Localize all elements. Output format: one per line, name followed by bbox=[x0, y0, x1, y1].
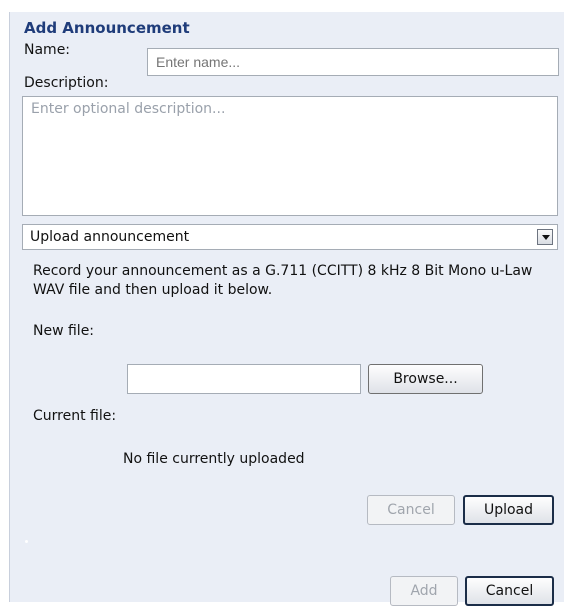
new-file-label: New file: bbox=[33, 323, 95, 339]
decorative-dot bbox=[25, 540, 28, 543]
upload-instructions: Record your announcement as a G.711 (CCI… bbox=[33, 263, 533, 298]
select-value: Upload announcement bbox=[30, 229, 190, 245]
cancel-button[interactable]: Cancel bbox=[465, 576, 554, 606]
browse-button[interactable]: Browse... bbox=[368, 364, 483, 394]
file-path-input[interactable] bbox=[127, 364, 361, 394]
dialog-title: Add Announcement bbox=[24, 19, 190, 37]
name-label: Name: bbox=[24, 42, 71, 58]
add-announcement-panel: Add Announcement Name: Description: Ente… bbox=[9, 12, 564, 606]
description-placeholder: Enter optional description... bbox=[31, 101, 226, 117]
upload-button[interactable]: Upload bbox=[463, 495, 554, 525]
current-file-status: No file currently uploaded bbox=[123, 451, 305, 467]
announcement-mode-select[interactable]: Upload announcement bbox=[22, 224, 558, 250]
chevron-down-icon[interactable] bbox=[537, 229, 553, 245]
add-button[interactable]: Add bbox=[390, 576, 458, 606]
name-input[interactable] bbox=[147, 48, 559, 76]
description-textarea[interactable]: Enter optional description... bbox=[22, 96, 558, 216]
upload-cancel-button[interactable]: Cancel bbox=[367, 495, 455, 525]
description-label: Description: bbox=[24, 75, 109, 91]
current-file-label: Current file: bbox=[33, 408, 117, 424]
